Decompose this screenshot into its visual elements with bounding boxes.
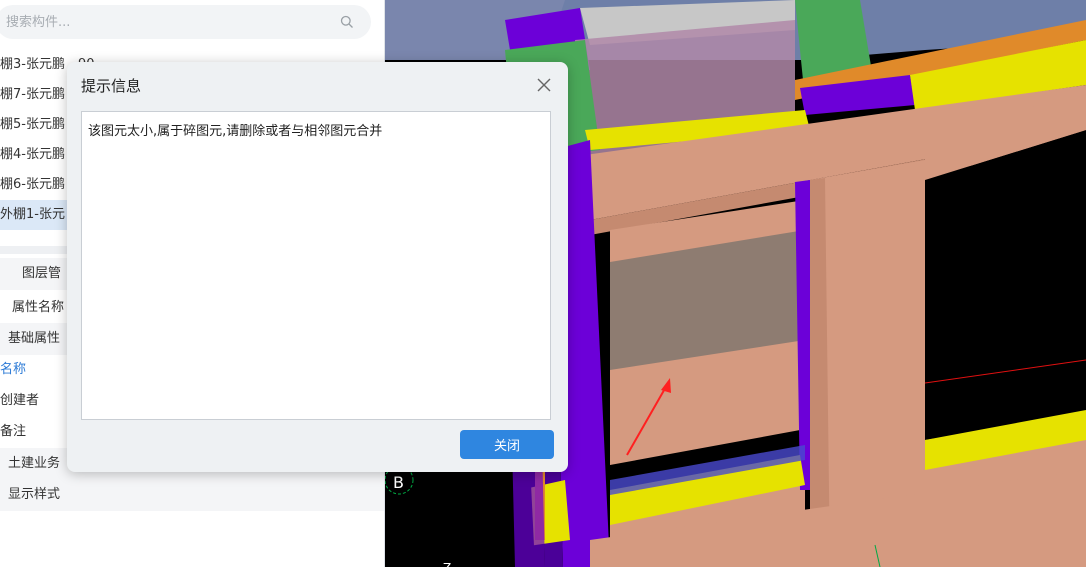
group-display-style[interactable]: 显示样式 (0, 479, 384, 511)
search-box[interactable] (0, 5, 371, 39)
search-input[interactable] (6, 5, 326, 39)
close-button[interactable]: 关闭 (460, 430, 554, 459)
search-icon[interactable] (340, 15, 354, 29)
close-icon[interactable] (535, 76, 553, 94)
axis-label-z: Z (443, 561, 451, 567)
axis-label-b: B (393, 473, 404, 492)
dialog-title: 提示信息 (81, 77, 142, 95)
dialog-message-box: 该图元太小,属于碎图元,请删除或者与相邻图元合并 (81, 111, 551, 420)
message-dialog: 提示信息 该图元太小,属于碎图元,请删除或者与相邻图元合并 关闭 (67, 62, 568, 472)
dialog-message: 该图元太小,属于碎图元,请删除或者与相邻图元合并 (88, 124, 383, 139)
